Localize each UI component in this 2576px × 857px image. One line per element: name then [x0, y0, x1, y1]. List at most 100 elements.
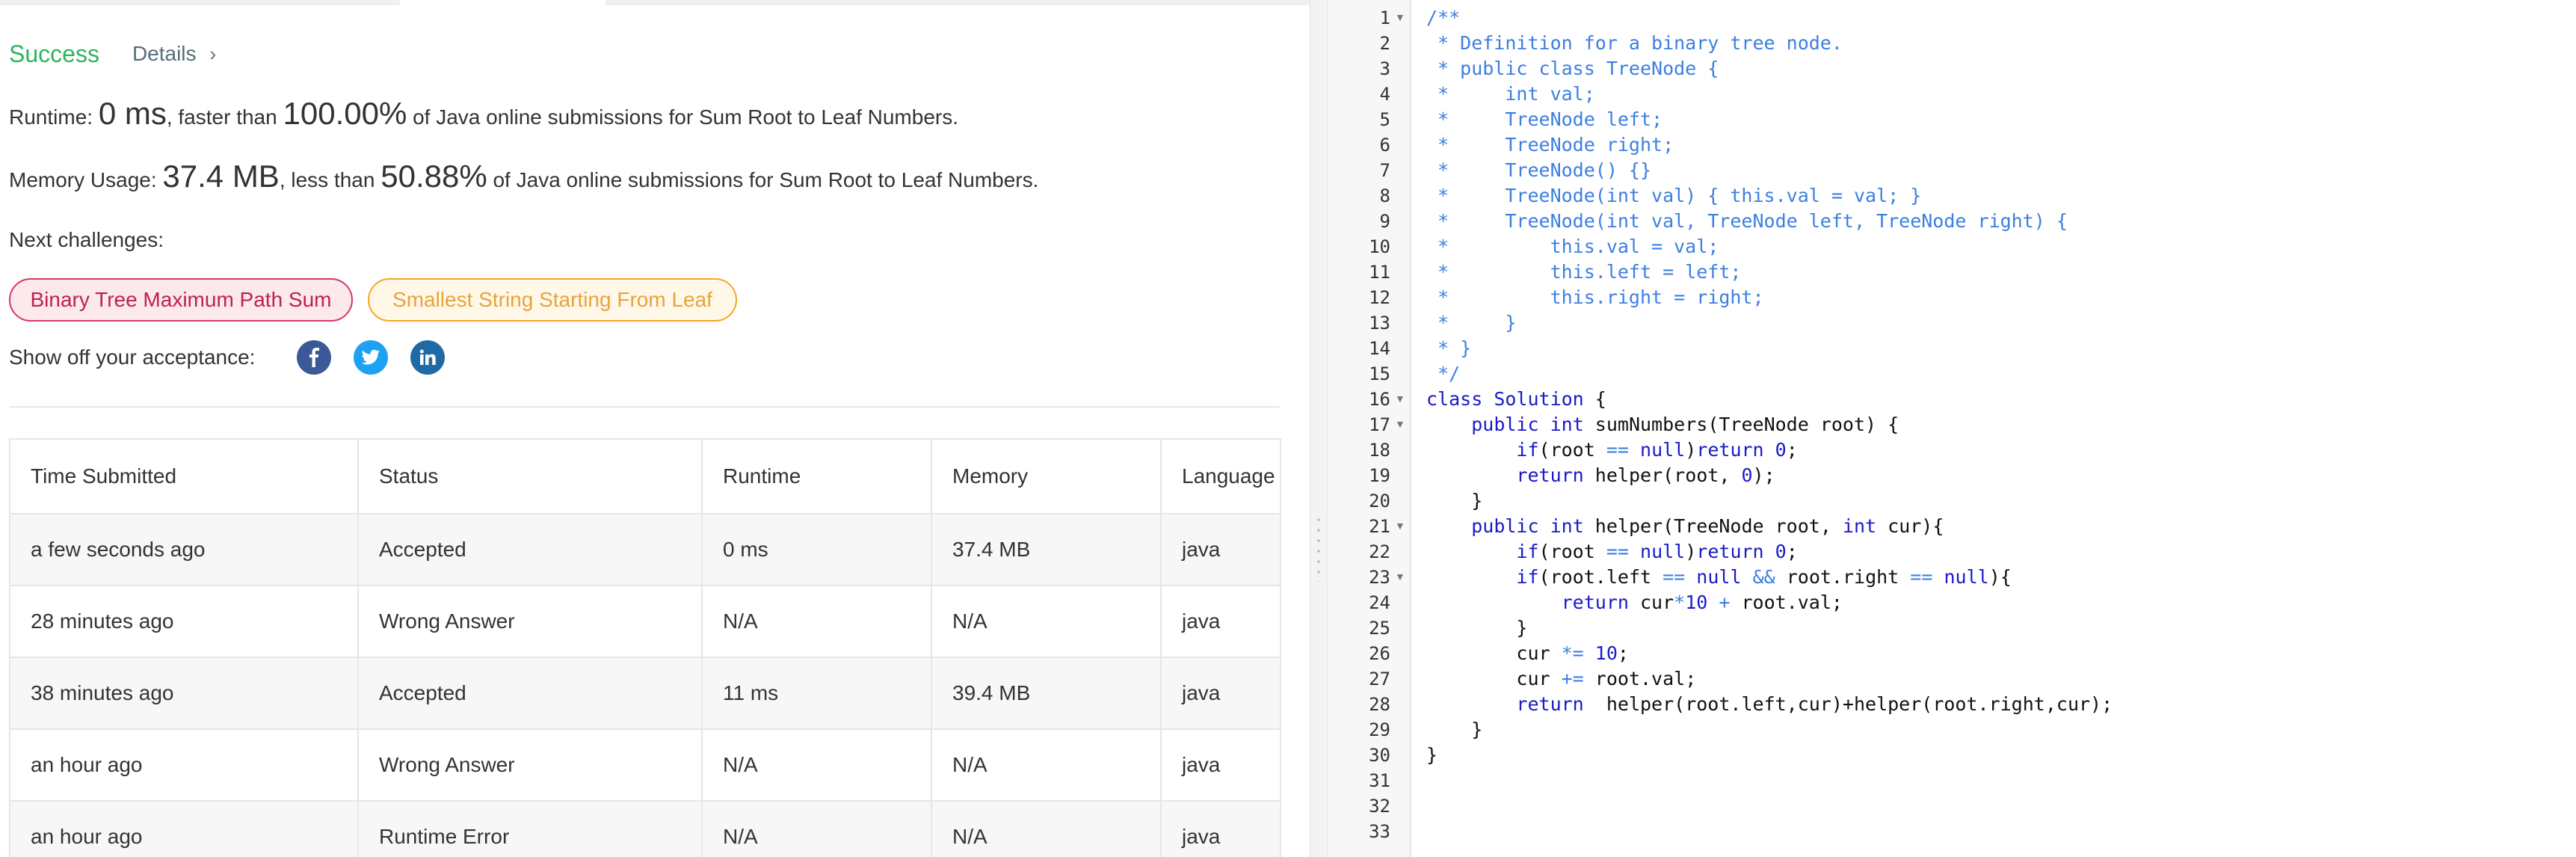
code-editor[interactable]: 1 ▼ 2 3 4 5 6 7 8 9 10 11 12 13 14 15 16 ▼ 17 ▼ 18 19 20 21 ▼ 22 2… [1328, 0, 2576, 857]
cell-time: an hour ago [9, 800, 359, 857]
code-line[interactable]: * TreeNode(int val, TreeNode left, TreeN… [1426, 210, 2068, 232]
code-line[interactable]: } [1426, 719, 1482, 740]
fold-arrow-icon[interactable]: ▼ [1395, 393, 1405, 405]
code-line[interactable]: cur *= 10; [1426, 642, 1629, 664]
cell-time: 28 minutes ago [9, 585, 359, 658]
facebook-icon[interactable] [297, 340, 332, 375]
code-line[interactable]: return helper(root, 0); [1426, 464, 1775, 486]
table-row[interactable]: an hour ago Runtime Error N/A N/A java [9, 800, 1281, 857]
line-number: 20 [1369, 491, 1390, 512]
code-line[interactable]: * this.val = val; [1426, 236, 1719, 257]
column-header-language: Language [1160, 438, 1281, 514]
line-number: 12 [1369, 287, 1390, 308]
submissions-table: Time Submitted Status Runtime Memory Lan… [9, 438, 1281, 857]
code-line[interactable]: * int val; [1426, 83, 1595, 105]
runtime-percent: 100.00% [283, 96, 407, 131]
memory-stat: Memory Usage: 37.4 MB, less than 50.88% … [9, 159, 1038, 194]
code-line[interactable]: } [1426, 490, 1482, 512]
line-number: 26 [1369, 643, 1390, 664]
memory-value: 37.4 MB [162, 159, 280, 194]
cell-runtime: N/A [701, 800, 932, 857]
runtime-stat: Runtime: 0 ms, faster than 100.00% of Ja… [9, 96, 958, 132]
submission-result-panel: Success Details › Runtime: 0 ms, faster … [0, 0, 1310, 857]
cell-language: java [1160, 728, 1281, 802]
code-line[interactable]: * this.right = right; [1426, 286, 1764, 308]
code-line[interactable]: * } [1426, 337, 1471, 359]
line-number: 24 [1369, 592, 1390, 613]
chevron-right-icon[interactable]: › [210, 43, 217, 66]
code-line[interactable]: } [1426, 744, 1438, 766]
code-line[interactable]: * TreeNode left; [1426, 108, 1663, 130]
line-number: 33 [1369, 821, 1390, 842]
code-line[interactable]: * } [1426, 312, 1516, 334]
drag-handle-icon[interactable] [1317, 514, 1320, 582]
code-line[interactable]: * TreeNode(int val) { this.val = val; } [1426, 185, 1921, 206]
code-line[interactable]: if(root.left == null && root.right == nu… [1426, 566, 2011, 588]
line-number: 21 [1369, 516, 1390, 537]
code-line[interactable]: public int helper(TreeNode root, int cur… [1426, 515, 1944, 537]
code-line[interactable]: return helper(root.left,cur)+helper(root… [1426, 693, 2113, 715]
code-line[interactable]: * TreeNode() {} [1426, 159, 1651, 181]
cell-language: java [1160, 800, 1281, 857]
code-line[interactable]: class Solution { [1426, 388, 1606, 410]
line-number: 4 [1379, 84, 1390, 105]
cell-memory: 37.4 MB [931, 513, 1162, 586]
cell-status[interactable]: Wrong Answer [357, 585, 703, 658]
line-number: 9 [1379, 211, 1390, 232]
challenge-chip-hard[interactable]: Binary Tree Maximum Path Sum [9, 278, 353, 322]
cell-status[interactable]: Accepted [357, 513, 703, 586]
details-label[interactable]: Details [132, 42, 197, 66]
cell-status[interactable]: Runtime Error [357, 800, 703, 857]
fold-arrow-icon[interactable]: ▼ [1395, 520, 1405, 532]
fold-arrow-icon[interactable]: ▼ [1395, 571, 1405, 583]
table-row[interactable]: a few seconds ago Accepted 0 ms 37.4 MB … [9, 513, 1281, 586]
line-number: 13 [1369, 313, 1390, 334]
cell-status[interactable]: Wrong Answer [357, 728, 703, 802]
code-line[interactable]: return cur*10 + root.val; [1426, 592, 1843, 613]
share-row: Show off your acceptance: [9, 340, 446, 375]
column-header-runtime: Runtime [701, 438, 932, 514]
panel-tab-strip [0, 0, 1310, 5]
line-number: 23 [1369, 567, 1390, 588]
fold-arrow-icon[interactable]: ▼ [1395, 418, 1405, 430]
pane-resize-handle[interactable] [1310, 0, 1328, 857]
code-line[interactable]: * Definition for a binary tree node. [1426, 32, 1843, 54]
table-row[interactable]: an hour ago Wrong Answer N/A N/A java [9, 728, 1281, 802]
line-number: 8 [1379, 185, 1390, 206]
runtime-label: Runtime: [9, 105, 93, 129]
code-line[interactable]: */ [1426, 363, 1460, 384]
twitter-icon[interactable] [354, 340, 389, 375]
fold-arrow-icon[interactable]: ▼ [1395, 11, 1405, 23]
line-number: 29 [1369, 719, 1390, 740]
line-number: 6 [1379, 135, 1390, 156]
cell-language: java [1160, 513, 1281, 586]
linkedin-icon[interactable] [410, 340, 446, 375]
memory-percent: 50.88% [380, 159, 487, 194]
runtime-value: 0 ms [98, 96, 167, 131]
code-line[interactable]: cur += root.val; [1426, 668, 1696, 689]
line-number: 15 [1369, 363, 1390, 384]
code-line[interactable]: * public class TreeNode { [1426, 58, 1719, 79]
table-row[interactable]: 28 minutes ago Wrong Answer N/A N/A java [9, 585, 1281, 658]
runtime-compare: , faster than [166, 105, 277, 129]
table-row[interactable]: 38 minutes ago Accepted 11 ms 39.4 MB ja… [9, 657, 1281, 730]
code-line[interactable]: * this.left = left; [1426, 261, 1741, 283]
line-number: 1 [1379, 7, 1390, 28]
code-line[interactable]: public int sumNumbers(TreeNode root) { [1426, 414, 1899, 435]
challenge-chip-easy[interactable]: Smallest String Starting From Leaf [368, 278, 737, 322]
cell-time: a few seconds ago [9, 513, 359, 586]
line-number: 11 [1369, 262, 1390, 283]
cell-status[interactable]: Accepted [357, 657, 703, 730]
details-link[interactable]: Details › [132, 42, 216, 66]
cell-runtime: 0 ms [701, 513, 932, 586]
panel-active-tab[interactable] [400, 0, 606, 5]
code-line[interactable]: if(root == null)return 0; [1426, 439, 1797, 461]
result-header: Success Details › [9, 39, 216, 69]
line-number: 18 [1369, 440, 1390, 461]
code-line[interactable]: /** [1426, 7, 1460, 28]
memory-label: Memory Usage: [9, 168, 157, 191]
code-line[interactable]: } [1426, 617, 1527, 639]
code-line[interactable]: * TreeNode right; [1426, 134, 1674, 156]
column-header-status: Status [357, 438, 703, 514]
code-line[interactable]: if(root == null)return 0; [1426, 541, 1797, 562]
